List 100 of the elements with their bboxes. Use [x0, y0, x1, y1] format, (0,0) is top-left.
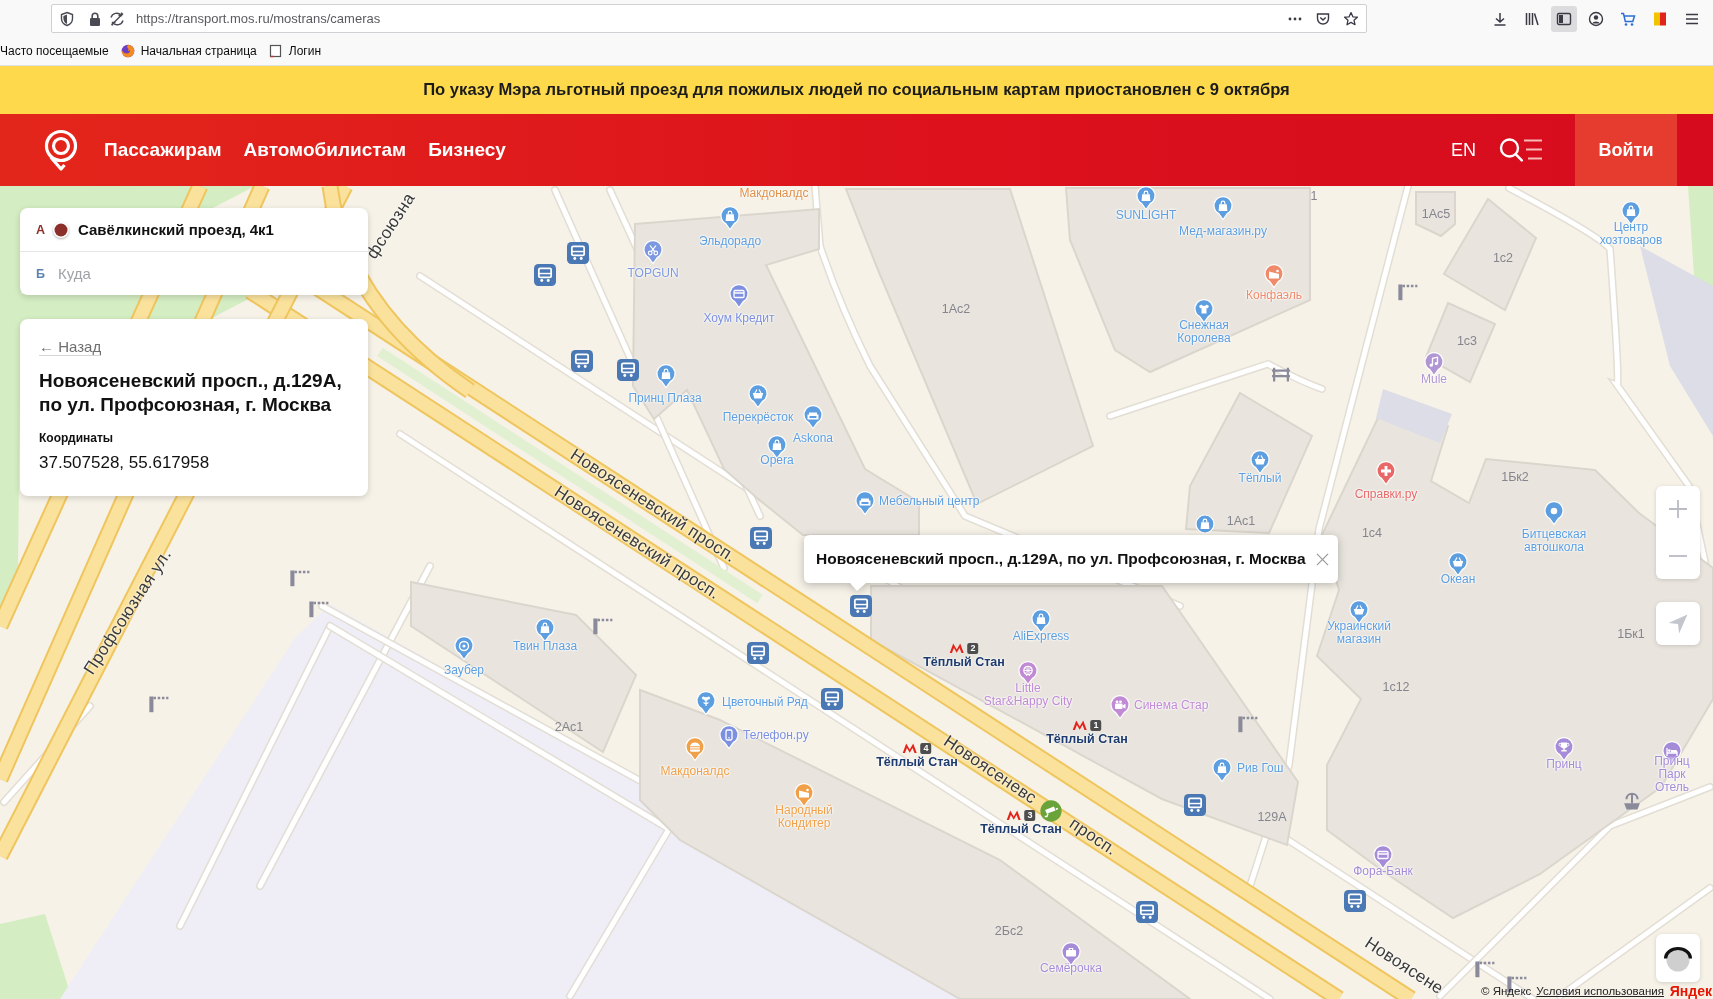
place-label[interactable]: Заубер — [444, 663, 484, 677]
place-label[interactable]: Рив Гош — [1237, 761, 1284, 775]
place-label[interactable]: Принц — [1546, 757, 1582, 771]
lock-icon[interactable] — [87, 10, 103, 27]
notice-banner: По указу Мэра льготный проезд для пожилых людей по социальным картам приостановлен с 9 октября — [0, 66, 1713, 114]
flag-icon[interactable] — [1652, 10, 1668, 27]
pin-logo-icon[interactable] — [42, 129, 80, 171]
place-label[interactable]: Хоум Кредит — [703, 311, 775, 325]
sofa-pin-icon[interactable] — [854, 490, 876, 516]
place-label[interactable]: Opera — [760, 453, 794, 467]
building-number: 1Ас2 — [941, 302, 971, 316]
place-label[interactable]: SUNLIGHT — [1115, 208, 1177, 222]
place-label[interactable]: Народный Кондитер — [775, 804, 833, 830]
place-label[interactable]: Принц Плаза — [628, 391, 702, 405]
search-icon[interactable] — [1499, 137, 1543, 163]
sidebar-button[interactable] — [1551, 5, 1577, 32]
place-label[interactable]: Справки.ру — [1354, 487, 1418, 501]
terms-link[interactable]: Условия использования — [1536, 985, 1664, 997]
scissors-pin-icon[interactable] — [642, 239, 664, 265]
coin-pin-icon[interactable] — [453, 635, 475, 661]
phone-pin-icon[interactable] — [718, 724, 740, 750]
basket-pin-icon[interactable] — [747, 383, 769, 409]
star-icon[interactable] — [1343, 10, 1359, 27]
nav-link[interactable]: Бизнесу — [428, 139, 506, 161]
place-label[interactable]: Конфаэль — [1246, 288, 1302, 302]
card-pin-icon[interactable] — [728, 283, 750, 309]
place-label[interactable]: Мед-магазин.ру — [1179, 224, 1267, 238]
to-field[interactable]: Куда — [58, 261, 328, 286]
login-button[interactable]: Войти — [1575, 114, 1677, 186]
place-label[interactable]: Эльдорадо — [698, 234, 762, 248]
point-letter: Б — [36, 266, 46, 281]
building-number: 129А — [1257, 810, 1287, 824]
building-number: 1 — [1310, 189, 1318, 203]
station-label[interactable]: Тёплый Стан — [1046, 732, 1128, 746]
camera-icon[interactable] — [1040, 798, 1062, 824]
place-label[interactable]: Фора-Банк — [1353, 864, 1413, 878]
place-label[interactable]: Центр хозтоваров — [1599, 221, 1663, 247]
locate-button[interactable] — [1656, 602, 1700, 645]
place-label[interactable]: TOPGUN — [627, 266, 679, 280]
place-label[interactable]: Макдоналдс — [660, 764, 730, 778]
back-link[interactable]: ← Назад — [39, 338, 102, 356]
building-number: 1с2 — [1492, 251, 1514, 265]
station-label[interactable]: Тёплый Стан — [923, 655, 1005, 669]
bookmark-link[interactable]: Логин — [268, 44, 322, 58]
line-badge: 1 — [1090, 719, 1102, 731]
location-pin-icon[interactable] — [1543, 500, 1565, 526]
place-label[interactable]: Перекрёсток — [722, 410, 794, 424]
bookmark-link[interactable]: Часто посещаемые — [0, 44, 109, 58]
address-field[interactable]: https://transport.mos.ru/mostrans/cameras — [51, 4, 1367, 33]
point-letter: А — [36, 222, 47, 237]
cross-pin-icon[interactable] — [1375, 460, 1397, 486]
place-label[interactable]: Тёплый — [1238, 471, 1282, 485]
building-number: 1с12 — [1382, 680, 1410, 694]
place-label[interactable]: Little Star&Happy City — [983, 682, 1073, 708]
bag-pin-icon[interactable] — [1135, 186, 1157, 211]
place-label[interactable]: Синема Стар — [1134, 698, 1209, 712]
download-icon[interactable] — [1492, 10, 1508, 27]
bag-pin-icon[interactable] — [1194, 511, 1216, 537]
burger-pin-icon[interactable] — [684, 736, 706, 762]
save-icon[interactable] — [1315, 10, 1331, 27]
bag-pin-icon[interactable] — [719, 205, 741, 231]
place-label[interactable]: Цветочный Ряд — [722, 695, 808, 709]
place-label[interactable]: Битцевская автошкола — [1521, 528, 1587, 554]
place-label[interactable]: Принц Парк Отель — [1651, 754, 1693, 794]
blocked-arrows-icon[interactable] — [109, 10, 125, 27]
cake-pin-icon[interactable] — [1263, 263, 1285, 289]
plus-icon — [1668, 499, 1688, 520]
place-label[interactable]: Mule — [1421, 372, 1447, 386]
bookmark-link[interactable]: Начальная страница — [120, 44, 257, 58]
film-camera-pin-icon[interactable] — [1109, 694, 1131, 720]
cart-icon[interactable] — [1620, 10, 1636, 27]
place-label[interactable]: Макдоналдс — [739, 186, 809, 200]
place-label[interactable]: Твин Плаза — [512, 639, 578, 653]
building-number: 1Ас5 — [1421, 207, 1451, 221]
account-icon[interactable] — [1588, 10, 1604, 27]
place-label[interactable]: Askona — [793, 431, 833, 445]
nav-link[interactable]: Пассажирам — [104, 139, 222, 161]
nav-link[interactable]: Автомобилистам — [243, 139, 407, 161]
flower-pin-icon[interactable] — [695, 690, 717, 716]
building-number: 2Ас1 — [554, 720, 584, 734]
building-number: 1с3 — [1456, 334, 1478, 348]
place-label[interactable]: Снежная Королева — [1177, 319, 1231, 345]
language-link[interactable]: EN — [1451, 139, 1476, 161]
sofa-pin-icon[interactable] — [802, 404, 824, 430]
building-number: 2Бс2 — [994, 924, 1024, 938]
place-label[interactable]: Украинский магазин — [1327, 620, 1391, 646]
place-label[interactable]: Океан — [1440, 572, 1476, 586]
shield-icon[interactable] — [59, 10, 75, 27]
station-label[interactable]: Тёплый Стан — [980, 822, 1062, 836]
bag-pin-icon[interactable] — [1211, 757, 1233, 783]
close-icon[interactable] — [1316, 552, 1329, 566]
bag-pin-icon[interactable] — [655, 363, 677, 389]
bag-pin-icon[interactable] — [1212, 195, 1234, 221]
place-label[interactable]: Телефон.ру — [743, 728, 809, 742]
books-icon[interactable] — [1524, 10, 1540, 27]
place-label[interactable]: AliExpress — [1012, 629, 1070, 643]
map-mode-button[interactable] — [1656, 934, 1700, 982]
from-field[interactable]: Савёлкинский проезд, 4к1 — [78, 217, 348, 242]
place-label[interactable]: Мебельный центр — [879, 494, 980, 508]
place-label[interactable]: Семёрочка — [1040, 961, 1102, 975]
